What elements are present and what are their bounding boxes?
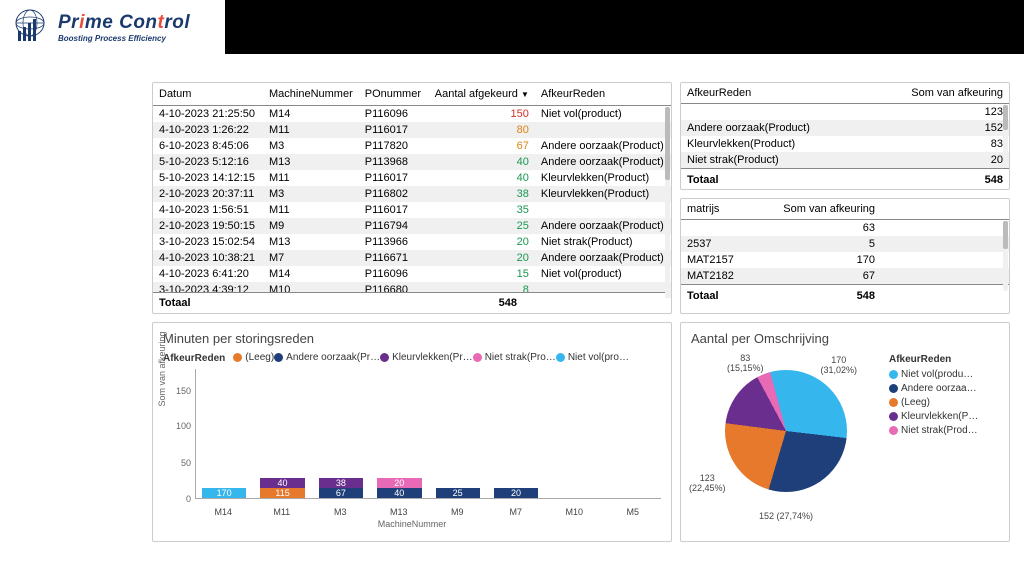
pie-label-d: 83(15,15%) — [727, 354, 764, 374]
brand-header: Prime Control Boosting Process Efficienc… — [0, 0, 225, 54]
rejections-table-footer: Totaal 548 — [153, 292, 665, 313]
table-row[interactable]: 6-10-2023 8:45:06M3P11782067Andere oorza… — [153, 138, 671, 154]
reason-scrollbar[interactable] — [1003, 105, 1008, 167]
col-reason[interactable]: AfkeurReden — [535, 83, 671, 106]
col-reason2[interactable]: AfkeurReden — [681, 83, 889, 104]
pie-chart-panel: Aantal per Omschrijving 170(31,02%) 152 … — [680, 322, 1010, 542]
x-tick: M10 — [552, 507, 597, 517]
legend-item[interactable]: Andere oorzaa… — [889, 383, 978, 394]
x-tick: M5 — [611, 507, 656, 517]
matrijs-summary-table[interactable]: matrijs Som van afkeuring 6325375MAT2157… — [681, 199, 1009, 307]
x-tick: M14 — [201, 507, 246, 517]
legend-item[interactable]: Niet strak(Pro… — [473, 352, 556, 363]
bar-segment: 67 — [319, 488, 363, 498]
table-row[interactable]: 4-10-2023 10:38:21M7P11667120Andere oorz… — [153, 250, 671, 266]
bar-segment: 40 — [260, 478, 304, 488]
rejections-table-panel: Datum MachineNummer POnummer Aantal afge… — [152, 82, 672, 314]
legend-item[interactable]: (Leeg) — [233, 352, 274, 363]
x-labels: M14 M11 M3 M13 M9 M7 M10 M5 — [195, 507, 661, 517]
legend-item[interactable]: Niet vol(pro… — [556, 352, 629, 363]
bar-segment: 170 — [202, 488, 246, 498]
legend-item[interactable]: Niet vol(produ… — [889, 369, 978, 380]
bar-column[interactable]: 40115 — [260, 478, 304, 498]
y-ticks: 0 50 100 150 — [175, 369, 193, 499]
table-row[interactable]: 4-10-2023 6:41:20M14P11609615Niet vol(pr… — [153, 266, 671, 282]
legend-item[interactable]: Kleurvlekken(P… — [889, 411, 978, 422]
pie-legend: AfkeurReden Niet vol(produ…Andere oorzaa… — [889, 354, 978, 524]
matrijs-scrollbar[interactable] — [1003, 221, 1008, 291]
bar-chart-panel: Minuten per storingsreden AfkeurReden (L… — [152, 322, 672, 542]
col-machine[interactable]: MachineNummer — [263, 83, 359, 106]
table-row[interactable]: 25375 — [681, 236, 1009, 252]
table-row[interactable]: MAT218267 — [681, 268, 1009, 285]
col-po[interactable]: POnummer — [359, 83, 429, 106]
reason-summary-panel: AfkeurReden Som van afkeuring 123Andere … — [680, 82, 1010, 190]
pie-label-c: 123(22,45%) — [689, 474, 726, 494]
brand-tagline: Boosting Process Efficiency — [58, 34, 190, 43]
bars-area: 17040115386720402520 — [195, 369, 661, 499]
bar-chart[interactable]: Som van afkeuring 0 50 100 150 170401153… — [153, 369, 671, 519]
bar-chart-title: Minuten per storingsreden — [153, 323, 671, 350]
table-row[interactable]: 2-10-2023 20:37:11M3P11680238Kleurvlekke… — [153, 186, 671, 202]
bar-column[interactable]: 170 — [202, 488, 246, 498]
table-row[interactable]: 5-10-2023 5:12:16M13P11396840Andere oorz… — [153, 154, 671, 170]
bar-segment: 25 — [436, 488, 480, 498]
logo: Prime Control Boosting Process Efficienc… — [10, 7, 190, 47]
table-row[interactable]: Niet strak(Product)20 — [681, 152, 1009, 169]
table-row[interactable]: 4-10-2023 1:26:22M11P11601780 — [153, 122, 671, 138]
legend-item[interactable]: Kleurvlekken(Pr… — [380, 352, 473, 363]
bar-segment: 20 — [494, 488, 538, 498]
bar-segment: 115 — [260, 488, 304, 498]
pie-chart-title: Aantal per Omschrijving — [681, 323, 1009, 350]
col-qty[interactable]: Aantal afgekeurd ▼ — [429, 83, 535, 106]
table-row[interactable]: 123 — [681, 104, 1009, 121]
table-row[interactable]: Kleurvlekken(Product)83 — [681, 136, 1009, 152]
table-row[interactable]: 4-10-2023 1:56:51M11P11601735 — [153, 202, 671, 218]
bar-segment: 20 — [377, 478, 421, 488]
table-row[interactable]: 4-10-2023 21:25:50M14P116096150Niet vol(… — [153, 106, 671, 123]
table-row[interactable]: Andere oorzaak(Product)152 — [681, 120, 1009, 136]
bar-column[interactable]: 20 — [494, 488, 538, 498]
bar-column[interactable]: 3867 — [319, 478, 363, 498]
col-datum[interactable]: Datum — [153, 83, 263, 106]
x-tick: M7 — [494, 507, 539, 517]
table-scrollbar[interactable] — [665, 107, 670, 289]
x-tick: M11 — [260, 507, 305, 517]
legend-item[interactable]: Andere oorzaak(Pr… — [274, 352, 380, 363]
legend-item[interactable]: (Leeg) — [889, 397, 978, 408]
table-row[interactable]: 5-10-2023 14:12:15M11P11601740Kleurvlekk… — [153, 170, 671, 186]
top-band — [225, 0, 1024, 54]
table-row[interactable]: MAT2157170 — [681, 252, 1009, 268]
x-tick: M9 — [435, 507, 480, 517]
brand-name: Prime Control — [58, 12, 190, 34]
logo-globe-icon — [10, 7, 50, 47]
table-row[interactable]: 3-10-2023 15:02:54M13P11396620Niet strak… — [153, 234, 671, 250]
table-row[interactable]: 2-10-2023 19:50:15M9P11679425Andere oorz… — [153, 218, 671, 234]
pie-label-b: 152 (27,74%) — [759, 512, 813, 522]
bar-chart-legend: AfkeurReden (Leeg)Andere oorzaak(Pr…Kleu… — [153, 350, 671, 369]
bar-column[interactable]: 2040 — [377, 478, 421, 498]
legend-item[interactable]: Niet strak(Prod… — [889, 425, 978, 436]
col-sum2[interactable]: Som van afkeuring — [889, 83, 1009, 104]
pie-chart[interactable]: 170(31,02%) 152 (27,74%) 123(22,45%) 83(… — [689, 354, 879, 524]
pie-label-a: 170(31,02%) — [820, 356, 857, 376]
x-tick: M13 — [377, 507, 422, 517]
dashboard-content: Datum MachineNummer POnummer Aantal afge… — [0, 54, 1024, 573]
col-matrijs[interactable]: matrijs — [681, 199, 761, 220]
col-sum3[interactable]: Som van afkeuring — [761, 199, 881, 220]
reason-summary-table[interactable]: AfkeurReden Som van afkeuring 123Andere … — [681, 83, 1009, 190]
matrijs-summary-panel: matrijs Som van afkeuring 6325375MAT2157… — [680, 198, 1010, 314]
bar-column[interactable]: 25 — [436, 488, 480, 498]
bar-segment: 40 — [377, 488, 421, 498]
bar-segment: 38 — [319, 478, 363, 488]
table-row[interactable]: 63 — [681, 220, 1009, 237]
rejections-table[interactable]: Datum MachineNummer POnummer Aantal afge… — [153, 83, 671, 298]
x-tick: M3 — [318, 507, 363, 517]
